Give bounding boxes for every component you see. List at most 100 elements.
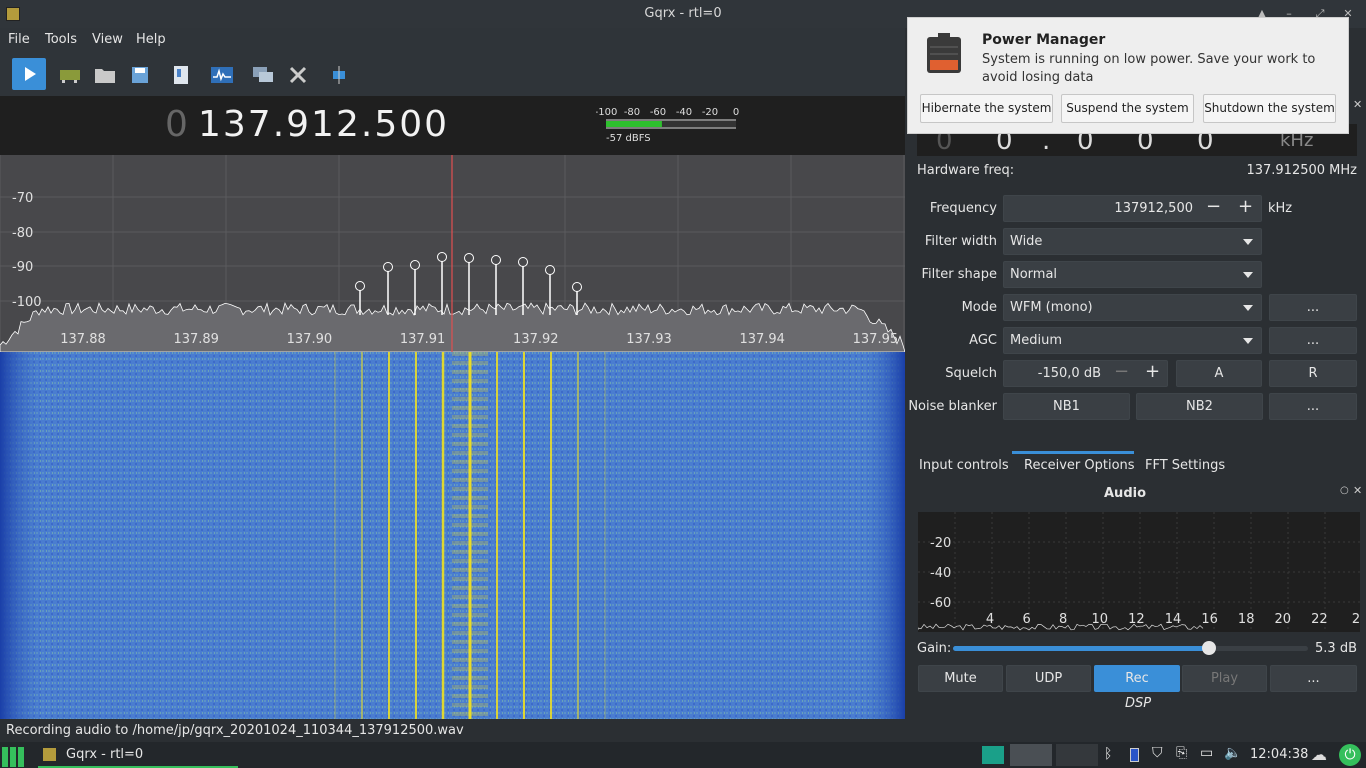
device-icon <box>60 70 80 83</box>
chevron-down-icon <box>1243 239 1253 245</box>
device-button[interactable] <box>55 60 85 90</box>
nb2-button[interactable]: NB2 <box>1136 393 1263 420</box>
save-button[interactable] <box>125 60 155 90</box>
bookmark-button[interactable] <box>166 60 196 90</box>
noise-blanker-label: Noise blanker <box>908 399 997 414</box>
audio-x-tick: 10 <box>1092 612 1109 627</box>
frequency-prefix[interactable]: 0 <box>165 104 188 145</box>
gain-slider-fill <box>953 646 1209 651</box>
nb-options-button[interactable]: ... <box>1269 393 1357 420</box>
menu-view[interactable]: View <box>92 32 123 47</box>
rec-button[interactable]: Rec <box>1094 665 1180 692</box>
gain-slider[interactable] <box>953 646 1308 651</box>
gain-label: Gain: <box>917 641 952 656</box>
meter-tick-label: -40 <box>676 107 692 118</box>
mode-select[interactable]: WFM (mono) <box>1003 294 1262 321</box>
logout-icon[interactable]: ⏻ <box>1339 744 1361 766</box>
spectrum-y-tick: -80 <box>12 226 33 241</box>
gain-slider-handle[interactable] <box>1201 641 1216 655</box>
tab-fft-settings[interactable]: FFT Settings <box>1145 458 1225 473</box>
workspace-2[interactable] <box>1010 744 1052 766</box>
close-panel-icon[interactable]: ✕ <box>1353 484 1362 497</box>
audio-y-tick: -20 <box>930 536 951 551</box>
remote-icon <box>253 67 273 82</box>
remote-button[interactable] <box>248 60 278 90</box>
open-button[interactable] <box>90 60 120 90</box>
status-bar: Recording audio to /home/jp/gqrx_2020102… <box>0 720 905 742</box>
tools-button[interactable] <box>283 60 313 90</box>
frequency-increment-button[interactable]: + <box>1238 196 1253 217</box>
active-tab-indicator <box>1012 451 1134 454</box>
spectrum-x-tick: 137.92 <box>513 332 559 347</box>
frequency-unit: kHz <box>1268 201 1293 216</box>
frequency-decrement-button[interactable]: − <box>1206 196 1221 217</box>
spectrum-plot[interactable]: -70 -80 -90 -100 137.88 137.89 137.90 137.91 13… <box>0 155 905 352</box>
chevron-down-icon <box>1243 338 1253 344</box>
mode-label: Mode <box>961 300 997 315</box>
agc-options-button[interactable]: ... <box>1269 327 1357 354</box>
filter-shape-select[interactable]: Normal <box>1003 261 1262 288</box>
play-audio-button[interactable]: Play <box>1182 665 1267 692</box>
volume-icon[interactable]: 🔈 <box>1224 745 1241 761</box>
spectrum-x-tick: 137.89 <box>173 332 219 347</box>
meter-reading: -57 dBFS <box>606 133 651 144</box>
squelch-input[interactable]: -150,0 dB <box>1003 360 1168 387</box>
squelch-reset-button[interactable]: R <box>1269 360 1357 387</box>
audio-x-tick: 16 <box>1201 612 1218 627</box>
audio-x-tick: 2 <box>1352 612 1360 627</box>
fullscreen-icon <box>333 66 345 84</box>
audio-fft-plot[interactable]: -20-40-60 4 6 8 10 12 14 16 18 20 22 2 <box>918 512 1360 632</box>
fullscreen-button[interactable] <box>324 60 354 90</box>
clock[interactable]: 12:04:38 <box>1250 747 1308 762</box>
audio-options-button[interactable]: ... <box>1270 665 1357 692</box>
squelch-decrement-button[interactable]: − <box>1114 361 1129 382</box>
meter-tick-label: -100 <box>596 107 617 118</box>
workspace-1[interactable] <box>982 746 1004 764</box>
udp-button[interactable]: UDP <box>1006 665 1091 692</box>
tab-input-controls[interactable]: Input controls <box>919 458 1009 473</box>
float-panel-icon[interactable]: ○ <box>1340 485 1349 496</box>
clip-icon[interactable]: ⎘ <box>1176 745 1187 761</box>
meter-tick-label: 0 <box>733 107 739 118</box>
hibernate-button[interactable]: Hibernate the system <box>920 94 1053 123</box>
weather-icon[interactable]: ☁ <box>1311 745 1327 764</box>
audio-x-tick: 14 <box>1165 612 1182 627</box>
audio-x-tick: 18 <box>1238 612 1255 627</box>
save-icon <box>132 67 148 83</box>
menu-file[interactable]: File <box>8 32 30 47</box>
audio-x-tick: 6 <box>1022 612 1030 627</box>
spectrum-button[interactable] <box>207 60 237 90</box>
workspace-3[interactable] <box>1056 744 1098 766</box>
menu-help[interactable]: Help <box>136 32 166 47</box>
battery-tray-icon[interactable] <box>1130 748 1139 762</box>
spectrum-y-tick: -70 <box>12 191 33 206</box>
audio-x-tick: 20 <box>1275 612 1292 627</box>
frequency-input[interactable]: 137912,500 <box>1003 195 1262 222</box>
suspend-button[interactable]: Suspend the system <box>1061 94 1194 123</box>
play-button[interactable] <box>12 58 46 90</box>
tab-receiver-options[interactable]: Receiver Options <box>1024 458 1135 473</box>
spectrum-x-tick: 137.94 <box>739 332 785 347</box>
shield-icon[interactable]: ⛉ <box>1152 745 1163 761</box>
spectrum-x-tick: 137.88 <box>60 332 106 347</box>
shutdown-button[interactable]: Shutdown the system <box>1203 94 1336 123</box>
agc-select[interactable]: Medium <box>1003 327 1262 354</box>
squelch-auto-button[interactable]: A <box>1176 360 1262 387</box>
close-panel-icon[interactable]: ✕ <box>1353 98 1362 111</box>
nb1-button[interactable]: NB1 <box>1003 393 1130 420</box>
filter-width-select[interactable]: Wide <box>1003 228 1262 255</box>
frequency-value[interactable]: 137.912.500 <box>198 104 449 145</box>
notification-body: System is running on low power. Save you… <box>982 52 1316 85</box>
display-icon[interactable]: ▭ <box>1200 745 1213 761</box>
audio-title: Audio <box>1104 486 1147 501</box>
agc-label: AGC <box>969 333 997 348</box>
app-icon <box>43 748 56 761</box>
mute-button[interactable]: Mute <box>918 665 1003 692</box>
squelch-increment-button[interactable]: + <box>1145 361 1160 382</box>
bluetooth-icon[interactable]: ᛒ <box>1104 746 1112 762</box>
start-menu-icon[interactable] <box>2 745 28 767</box>
hardware-freq-label: Hardware freq: <box>917 163 1015 178</box>
menu-tools[interactable]: Tools <box>45 32 77 47</box>
mode-options-button[interactable]: ... <box>1269 294 1357 321</box>
waterfall[interactable] <box>0 352 905 719</box>
